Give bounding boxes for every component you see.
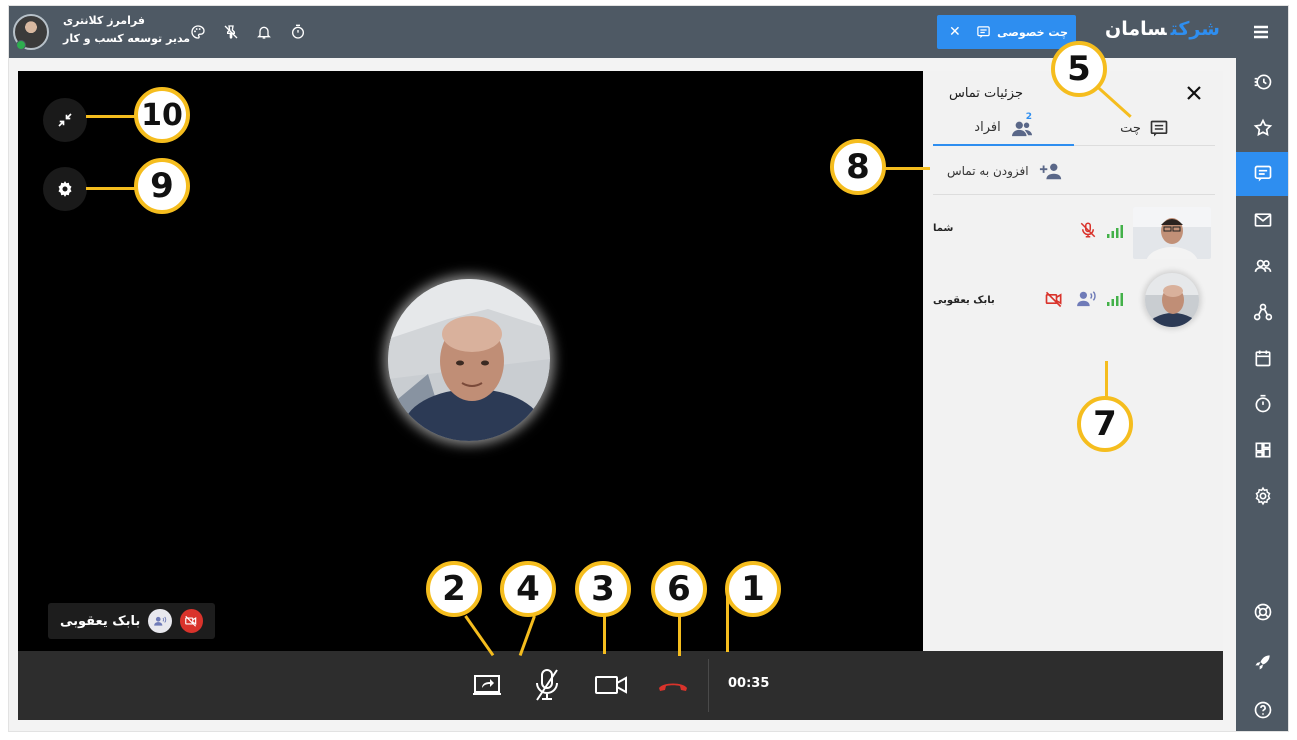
- mic-off-icon: [536, 669, 558, 701]
- gear-icon: [58, 181, 72, 197]
- online-status-dot: [16, 40, 26, 50]
- callout-3: 3: [575, 561, 631, 617]
- star-icon[interactable]: [1236, 106, 1288, 150]
- participant-name-tag: بابک یعقوبی: [48, 603, 215, 639]
- panel-title: جزئیات تماس: [948, 86, 1023, 101]
- callout-leader: [86, 187, 136, 190]
- chat-icon: [1150, 120, 1168, 136]
- dashboard-icon[interactable]: [1236, 428, 1288, 472]
- hamburger-menu-icon[interactable]: [1251, 23, 1271, 41]
- end-call-button[interactable]: [653, 668, 693, 702]
- chat-icon: [977, 25, 990, 38]
- callout-5: 5: [1051, 41, 1107, 97]
- callout-6: 6: [651, 561, 707, 617]
- close-panel-icon[interactable]: [1185, 84, 1203, 102]
- bell-icon[interactable]: [255, 23, 273, 41]
- chat-icon[interactable]: [1236, 152, 1288, 196]
- brand-part2: سامان: [1105, 18, 1167, 40]
- tab-chat-label: چت: [1120, 121, 1141, 136]
- mail-icon[interactable]: [1236, 198, 1288, 242]
- people-count-badge: 2: [1025, 111, 1032, 122]
- timer-icon[interactable]: [1236, 382, 1288, 426]
- mute-mic-button[interactable]: [527, 668, 567, 702]
- tab-chat[interactable]: چت: [1074, 111, 1215, 146]
- camera-button[interactable]: [591, 668, 631, 702]
- callout-7: 7: [1077, 396, 1133, 452]
- participant-name: بابک یعقوبی: [60, 613, 141, 629]
- speaking-icon: [1076, 289, 1098, 311]
- camera-off-icon: [179, 609, 203, 633]
- palette-icon[interactable]: [189, 23, 207, 41]
- pin-off-icon[interactable]: [222, 23, 240, 41]
- callout-leader: [885, 167, 930, 170]
- people-icon-wrap: 2: [1009, 112, 1033, 138]
- participant-name: شما: [933, 223, 954, 234]
- rocket-icon[interactable]: [1236, 640, 1288, 684]
- participant-row: بابک یعقوبی: [933, 273, 1215, 329]
- tab-people[interactable]: 2 افراد: [933, 111, 1074, 146]
- brand-logo: شرکتسامان: [1105, 18, 1220, 40]
- signal-strength-icon: [1106, 223, 1124, 243]
- settings-icon[interactable]: [1236, 474, 1288, 518]
- brand-part1: شرکت: [1170, 18, 1220, 40]
- close-icon[interactable]: ✕: [949, 24, 961, 40]
- call-control-bar: 00:35: [18, 651, 1223, 720]
- share-screen-button[interactable]: [467, 668, 507, 702]
- help-icon[interactable]: [1236, 688, 1288, 731]
- call-timer: 00:35: [728, 676, 770, 691]
- private-chat-label-wrap: چت خصوصی: [976, 25, 1068, 40]
- callout-leader: [603, 616, 606, 654]
- callout-8: 8: [830, 139, 886, 195]
- participant-row: شما: [933, 203, 1215, 259]
- call-area: بابک یعقوبی جزئیات تماس چت 2 افراد افزود…: [9, 58, 1236, 731]
- panel-tabs: چت 2 افراد: [933, 111, 1215, 146]
- history-icon[interactable]: [1236, 60, 1288, 104]
- add-to-call-button[interactable]: افزودن به تماس: [933, 147, 1215, 195]
- groups-icon[interactable]: [1236, 244, 1288, 288]
- app-window: فرامرز کلانتری مدیر توسعه کسب و کار ✕ چت…: [8, 5, 1289, 732]
- org-chart-icon[interactable]: [1236, 290, 1288, 334]
- user-role: مدیر توسعه کسب و کار: [63, 32, 191, 45]
- control-divider: [708, 659, 709, 712]
- minimize-button[interactable]: [43, 98, 87, 142]
- support-icon[interactable]: [1236, 590, 1288, 634]
- add-to-call-label: افزودن به تماس: [947, 163, 1029, 178]
- call-details-panel: جزئیات تماس چت 2 افراد افزودن به تماس شم…: [923, 71, 1223, 651]
- private-chat-label: چت خصوصی: [997, 25, 1068, 39]
- callout-leader: [678, 616, 681, 656]
- callout-4: 4: [500, 561, 556, 617]
- participant-video-thumb: [1133, 207, 1211, 259]
- tab-people-label: افراد: [974, 120, 1001, 135]
- add-person-icon: [1039, 163, 1061, 179]
- participant-avatar: [1145, 273, 1199, 327]
- hang-up-icon: [659, 683, 687, 691]
- callout-2: 2: [426, 561, 482, 617]
- camera-off-icon: [1043, 289, 1065, 313]
- timer-icon[interactable]: [289, 23, 307, 41]
- calendar-icon[interactable]: [1236, 336, 1288, 380]
- user-name: فرامرز کلانتری: [63, 14, 145, 27]
- collapse-icon: [58, 113, 72, 127]
- participant-name: بابک یعقوبی: [933, 295, 995, 306]
- share-screen-icon: [473, 675, 501, 695]
- sidebar: [1236, 58, 1288, 731]
- participant-speaking-icon: [148, 609, 172, 633]
- callout-9: 9: [134, 158, 190, 214]
- signal-strength-icon: [1106, 291, 1124, 311]
- callout-1: 1: [725, 561, 781, 617]
- callout-leader: [86, 115, 136, 118]
- mic-muted-icon: [1079, 220, 1097, 244]
- private-chat-chip[interactable]: ✕ چت خصوصی: [937, 15, 1076, 49]
- remote-participant-avatar: [388, 279, 550, 441]
- callout-10: 10: [134, 87, 190, 143]
- video-camera-icon: [595, 676, 627, 694]
- call-settings-button[interactable]: [43, 167, 87, 211]
